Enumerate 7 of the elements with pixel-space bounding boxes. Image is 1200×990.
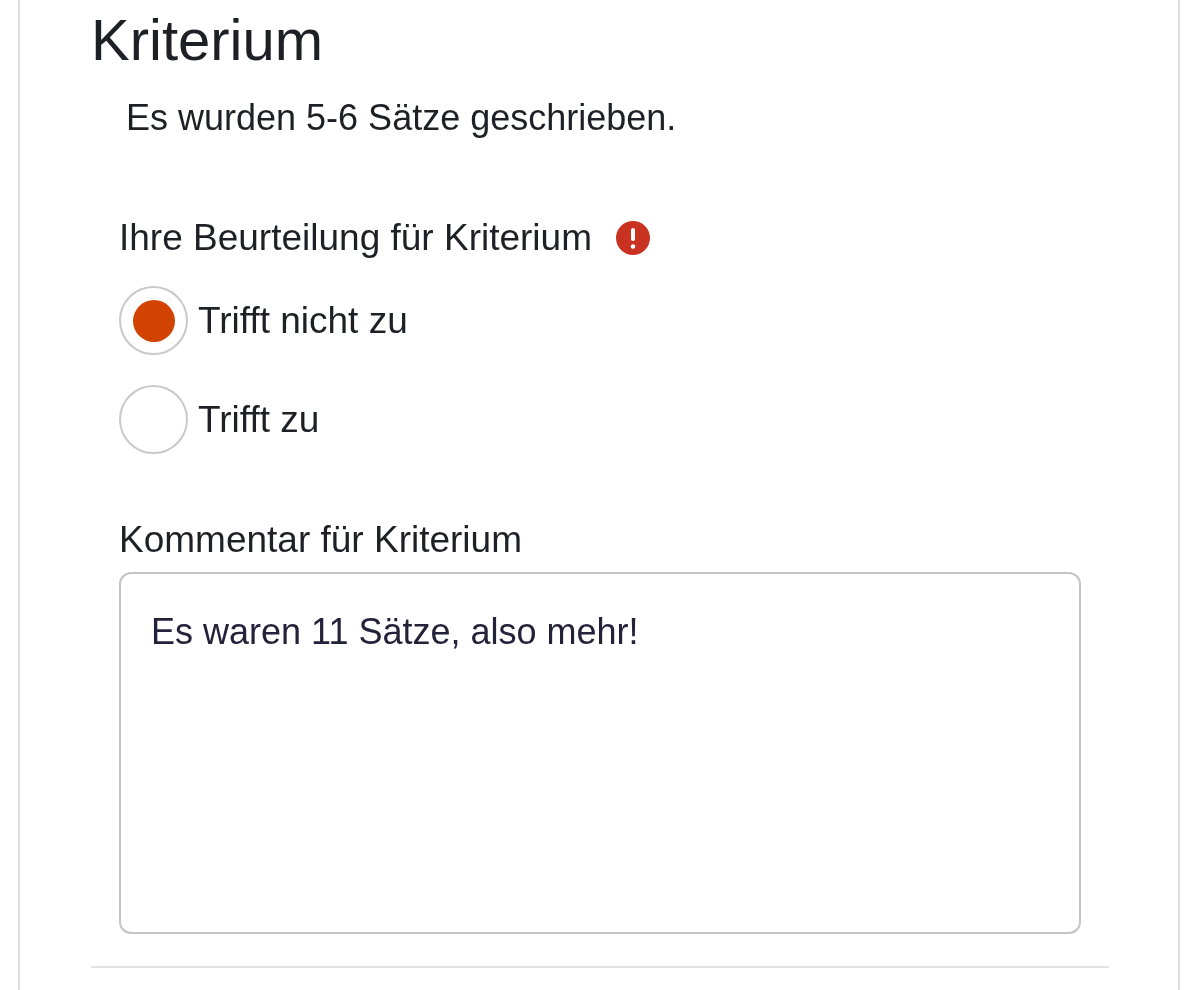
option-label[interactable]: Trifft zu (198, 397, 320, 442)
section-heading: Kriterium (91, 8, 324, 72)
option-label[interactable]: Trifft nicht zu (198, 298, 408, 343)
criterion-description: Es wurden 5-6 Sätze geschrieben. (126, 96, 677, 140)
comment-label: Kommentar für Kriterium (119, 518, 522, 562)
comment-textarea[interactable]: Es waren 11 Sätze, also mehr! (119, 572, 1081, 934)
rating-label: Ihre Beurteilung für Kriterium (119, 216, 592, 260)
